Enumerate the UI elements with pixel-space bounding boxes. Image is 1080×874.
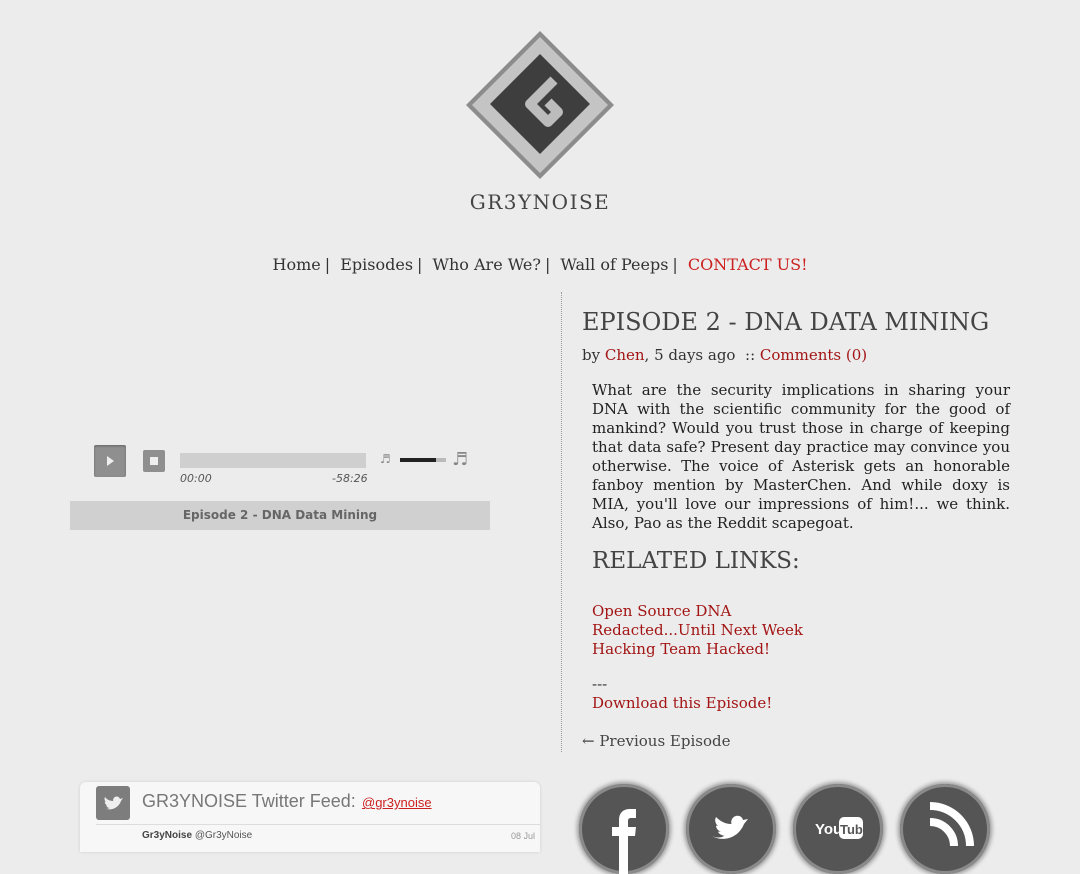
site-title: GR3YNOISE — [469, 190, 611, 214]
nav-separator: | — [544, 255, 551, 274]
progress-bar[interactable] — [180, 453, 366, 468]
gr3ynoise-logo-icon[interactable] — [462, 28, 618, 188]
related-links-heading: RELATED LINKS: — [592, 548, 800, 574]
twitter-handle-link[interactable]: @gr3ynoise — [362, 795, 432, 810]
rss-icon[interactable] — [900, 784, 990, 874]
download-episode-link[interactable]: Download this Episode! — [592, 694, 772, 712]
related-link[interactable]: Open Source DNA — [592, 602, 803, 621]
play-button[interactable] — [94, 445, 126, 477]
link-dashes: --- — [592, 675, 608, 693]
svg-text:Tube: Tube — [840, 822, 870, 837]
twitter-icon[interactable] — [686, 784, 776, 874]
facebook-icon[interactable] — [579, 784, 669, 874]
nav-wall-of-peeps[interactable]: Wall of Peeps — [560, 255, 668, 274]
episode-description: What are the security implications in sh… — [592, 381, 1010, 532]
episode-byline: by Chen, 5 days ago :: Comments (0) — [582, 346, 867, 364]
byline-separator: :: — [745, 346, 756, 364]
episode-age: , 5 days ago — [644, 346, 736, 364]
main-nav: Home | Episodes | Who Are We? | Wall of Pee… — [0, 255, 1080, 274]
volume-level — [400, 458, 436, 462]
nav-separator: | — [672, 255, 678, 274]
episode-title: EPISODE 2 - DNA DATA MINING — [582, 308, 990, 336]
youtube-icon[interactable]: You Tube — [793, 784, 883, 874]
related-links-list: Open Source DNA Redacted...Until Next We… — [592, 602, 803, 659]
nav-home[interactable]: Home — [273, 255, 321, 274]
volume-max-icon[interactable]: ♬ — [452, 449, 468, 470]
stop-button[interactable] — [143, 450, 165, 472]
nav-separator: | — [417, 255, 423, 274]
feed-divider — [96, 824, 540, 825]
nav-separator: | — [324, 255, 331, 274]
author-link[interactable]: Chen — [605, 346, 645, 364]
twitter-feed-title: GR3YNOISE Twitter Feed: — [142, 791, 356, 811]
by-label: by — [582, 346, 601, 364]
related-link[interactable]: Redacted...Until Next Week — [592, 621, 803, 640]
tweet-author-name[interactable]: Gr3yNoise — [142, 830, 192, 841]
current-time: 00:00 — [180, 472, 212, 485]
remaining-time: -58:26 — [332, 472, 368, 485]
comments-link[interactable]: Comments (0) — [760, 346, 867, 364]
nav-episodes[interactable]: Episodes — [340, 255, 413, 274]
tweet-author-handle[interactable]: @Gr3yNoise — [195, 830, 252, 841]
nav-contact-us[interactable]: CONTACT US! — [688, 255, 808, 274]
track-title-bar: Episode 2 - DNA Data Mining — [70, 501, 490, 530]
tweet-author: Gr3yNoise @Gr3yNoise — [142, 830, 252, 841]
volume-min-icon[interactable]: ♬ — [380, 452, 391, 466]
svg-text:You: You — [815, 821, 842, 838]
nav-who-are-we[interactable]: Who Are We? — [433, 255, 541, 274]
previous-episode-link[interactable]: ← Previous Episode — [582, 732, 730, 750]
related-link[interactable]: Hacking Team Hacked! — [592, 640, 803, 659]
twitter-icon — [96, 786, 130, 820]
column-divider — [561, 292, 562, 752]
